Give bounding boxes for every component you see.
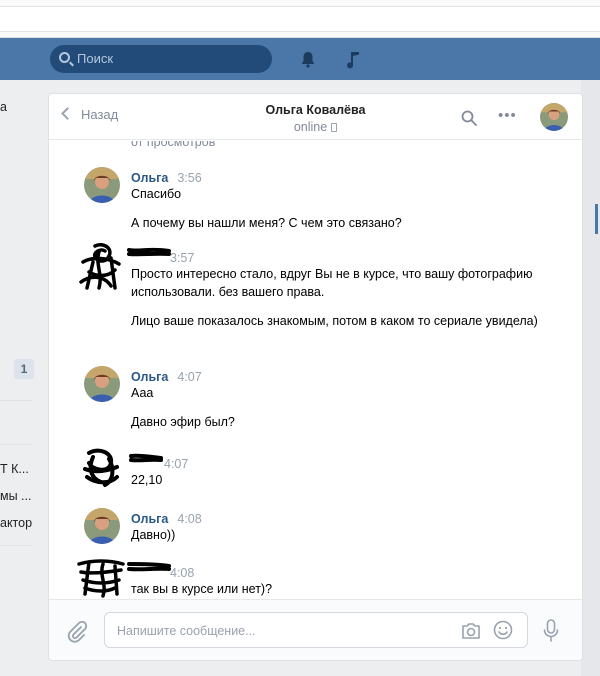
mobile-icon (331, 123, 338, 132)
message-author[interactable]: Ольга 4:07 (131, 370, 202, 384)
message-time: 4:08 (177, 512, 202, 526)
avatar[interactable] (84, 508, 120, 544)
sidebar-item-2[interactable]: мы ... (0, 489, 44, 503)
message-input[interactable] (117, 622, 447, 640)
sidebar-divider (0, 400, 32, 401)
more-icon[interactable]: ••• (498, 106, 520, 126)
message-time: 4:08 (170, 566, 195, 580)
message-text: А почему вы нашли меня? С чем это связан… (131, 216, 402, 230)
header-search[interactable]: Поиск (50, 45, 272, 73)
message-text: так вы в курсе или нет)? (131, 582, 273, 596)
peer-avatar[interactable] (540, 103, 568, 131)
message-composer[interactable] (104, 612, 528, 648)
sidebar-item-1[interactable]: Т К... (0, 462, 44, 476)
top-header: Поиск (0, 38, 600, 80)
message-text: Лицо ваше показалось знакомым, потом в к… (131, 314, 538, 328)
message-author: 4:07 (155, 457, 188, 471)
camera-icon[interactable] (460, 621, 482, 641)
cut-off-text: от просмотров (131, 141, 216, 149)
online-label: online (293, 120, 328, 134)
redacted-avatar (77, 559, 125, 598)
message-time: 3:57 (170, 251, 195, 265)
message-text: 22,10 (131, 473, 163, 487)
composer-bar (49, 599, 582, 660)
music-note-icon[interactable] (343, 49, 363, 69)
message-author: 4:08 (161, 566, 194, 580)
sidebar-fragment-top: а (0, 100, 7, 114)
author-name[interactable]: Ольга (131, 370, 168, 384)
microphone-icon[interactable] (543, 619, 559, 643)
author-name[interactable]: Ольга (131, 171, 168, 185)
message-author[interactable]: Ольга 4:08 (131, 512, 202, 526)
message-time: 3:56 (177, 171, 202, 185)
chat-panel: Назад Ольга Ковалёва online ••• от просм… (48, 93, 583, 661)
attach-icon[interactable] (66, 621, 88, 643)
right-scroll-edge (581, 80, 600, 676)
emoji-icon[interactable] (493, 620, 513, 640)
message-author[interactable]: Ольга 3:56 (131, 171, 202, 185)
message-text: Спасибо (131, 187, 182, 201)
sidebar-divider (0, 545, 32, 546)
address-bar[interactable] (0, 6, 600, 32)
sidebar-divider (0, 444, 32, 445)
avatar[interactable] (84, 366, 120, 402)
redacted-avatar (79, 243, 121, 290)
search-placeholder: Поиск (77, 51, 114, 66)
message-text: Ааа (131, 386, 154, 400)
message-time: 4:07 (177, 370, 202, 384)
message-time: 4:07 (164, 457, 189, 471)
sidebar-counter-badge: 1 (14, 359, 34, 379)
bell-icon[interactable] (300, 51, 316, 68)
search-icon[interactable] (461, 110, 477, 126)
search-icon (59, 52, 70, 63)
redacted-avatar (83, 448, 119, 487)
message-text: Давно)) (131, 528, 176, 542)
message-text: Просто интересно стало, вдруг Вы не в ку… (131, 267, 533, 299)
author-name[interactable]: Ольга (131, 512, 168, 526)
chat-header: Назад Ольга Ковалёва online ••• (49, 94, 582, 140)
browser-strip (0, 0, 600, 38)
message-text: Давно эфир был? (131, 415, 235, 429)
message-author: 3:57 (161, 251, 194, 265)
scroll-marker[interactable] (595, 204, 598, 234)
sidebar-item-3[interactable]: актор (0, 516, 44, 530)
avatar[interactable] (84, 167, 120, 203)
message-feed: от просмотров Ольга 3:56 Спасибо А почему… (49, 141, 582, 599)
